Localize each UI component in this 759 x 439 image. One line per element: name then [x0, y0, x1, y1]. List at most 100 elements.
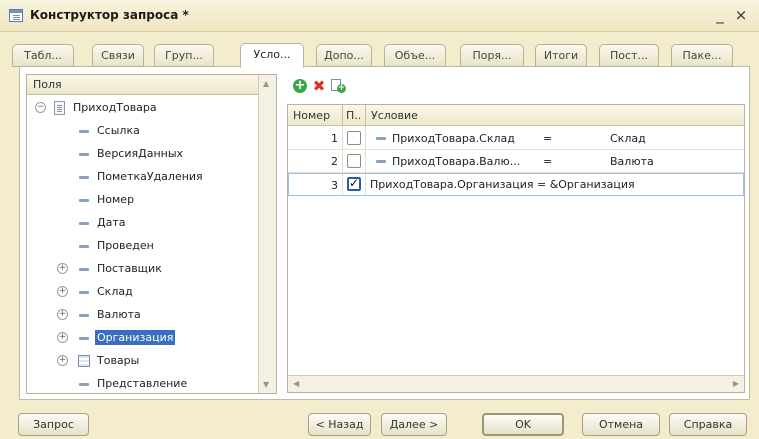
field-icon — [79, 268, 89, 271]
column-flag[interactable]: П.. — [346, 109, 361, 122]
tab-unions[interactable]: Объе... — [384, 44, 446, 67]
scroll-left-icon[interactable]: ◀ — [293, 379, 299, 388]
tree-item-label: Номер — [97, 193, 135, 206]
tree-item-organizaciya[interactable]: + Организация — [27, 327, 259, 349]
condition-parameter[interactable]: Валюта — [610, 155, 654, 168]
fields-scrollbar[interactable]: ▲ ▼ — [258, 75, 276, 393]
table-icon — [78, 355, 90, 367]
condition-expression[interactable]: ПриходТовара.Организация = &Организация — [370, 178, 635, 191]
expand-icon[interactable]: + — [57, 286, 68, 297]
condition-field: ПриходТовара.Валю... — [392, 155, 521, 168]
tree-item-label: ПриходТовара — [73, 101, 157, 114]
expand-icon[interactable]: + — [57, 332, 68, 343]
tree-item-postavshchik[interactable]: + Поставщик — [27, 258, 259, 280]
tree-item-prihod-tovara[interactable]: − ПриходТовара — [27, 97, 259, 119]
tree-item-valyuta[interactable]: + Валюта — [27, 304, 259, 326]
ok-button[interactable]: OK — [482, 413, 564, 436]
conditions-header: Номер П.. Условие — [288, 105, 744, 126]
scroll-up-icon[interactable]: ▲ — [263, 79, 269, 88]
tree-item-label: Проведен — [97, 239, 154, 252]
scroll-right-icon[interactable]: ▶ — [733, 379, 739, 388]
document-icon — [54, 101, 65, 115]
tree-item-versiya-dannyh[interactable]: ВерсияДанных — [27, 143, 259, 165]
conditions-table[interactable]: Номер П.. Условие 1 ПриходТовара.Склад =… — [287, 104, 745, 393]
minimize-button[interactable]: _ — [711, 6, 729, 24]
cancel-button[interactable]: Отмена — [582, 413, 660, 436]
condition-parameter[interactable]: Склад — [610, 132, 646, 145]
condition-row[interactable]: 2 ПриходТовара.Валю... = Валюта — [288, 150, 744, 173]
tab-builder[interactable]: Пост... — [599, 44, 659, 67]
condition-row[interactable]: 1 ПриходТовара.Склад = Склад — [288, 127, 744, 150]
tree-item-label: Товары — [97, 354, 140, 367]
column-separator — [365, 105, 366, 126]
tab-batch[interactable]: Паке... — [671, 44, 733, 67]
tree-item-sklad[interactable]: + Склад — [27, 281, 259, 303]
tree-item-label: Представление — [97, 377, 188, 390]
tab-grouping[interactable]: Груп... — [154, 44, 214, 67]
condition-row-selected[interactable]: 3 ПриходТовара.Организация = &Организаци… — [288, 173, 744, 196]
title-bar: Конструктор запроса * _ × — [0, 0, 759, 32]
expand-icon[interactable]: + — [57, 263, 68, 274]
tab-conditions[interactable]: Усло... — [240, 43, 304, 68]
row-number: 3 — [331, 179, 338, 192]
scrollbar-thumb[interactable] — [305, 379, 705, 389]
condition-operator[interactable]: = — [543, 132, 552, 145]
field-icon — [376, 160, 386, 163]
column-separator — [342, 105, 343, 126]
close-button[interactable]: × — [732, 6, 750, 24]
column-condition[interactable]: Условие — [371, 109, 418, 122]
field-icon — [79, 314, 89, 317]
field-icon — [79, 176, 89, 179]
tree-item-label: Ссылка — [97, 124, 140, 137]
field-icon — [79, 337, 89, 340]
conditions-hscrollbar[interactable]: ◀ ▶ — [288, 375, 744, 392]
fields-header: Поля — [27, 75, 258, 95]
field-icon — [79, 291, 89, 294]
tab-links[interactable]: Связи — [92, 44, 144, 67]
tree-item-label: Склад — [97, 285, 133, 298]
field-icon — [79, 383, 89, 386]
back-button[interactable]: < Назад — [308, 413, 371, 436]
tree-item-data[interactable]: Дата — [27, 212, 259, 234]
field-icon — [79, 222, 89, 225]
scroll-down-icon[interactable]: ▼ — [263, 380, 269, 389]
arbitrary-checkbox-checked[interactable] — [347, 176, 361, 191]
tree-item-proveden[interactable]: Проведен — [27, 235, 259, 257]
tree-item-label: ВерсияДанных — [97, 147, 184, 160]
next-button[interactable]: Далее > — [381, 413, 447, 436]
tab-tables[interactable]: Табл... — [12, 44, 74, 67]
field-icon — [79, 199, 89, 202]
condition-operator[interactable]: = — [543, 155, 552, 168]
condition-field: ПриходТовара.Склад — [392, 132, 515, 145]
field-icon — [79, 130, 89, 133]
arbitrary-checkbox[interactable] — [347, 131, 361, 145]
plus-badge: + — [337, 83, 346, 93]
field-icon — [79, 245, 89, 248]
delete-condition-icon[interactable]: ✖ — [312, 79, 326, 94]
row-number: 1 — [331, 132, 338, 145]
expand-icon[interactable]: + — [57, 309, 68, 320]
row-number: 2 — [331, 155, 338, 168]
tree-item-predstavlenie[interactable]: Представление — [27, 373, 259, 395]
tree-item-label: Поставщик — [97, 262, 162, 275]
tab-additional[interactable]: Допо... — [316, 44, 372, 67]
field-icon — [376, 137, 386, 140]
expand-icon[interactable]: + — [57, 355, 68, 366]
column-number[interactable]: Номер — [293, 109, 330, 122]
help-button[interactable]: Справка — [669, 413, 747, 436]
field-icon — [79, 153, 89, 156]
arbitrary-checkbox[interactable] — [347, 154, 361, 168]
tree-item-label: ПометкаУдаления — [97, 170, 203, 183]
tree-item-nomer[interactable]: Номер — [27, 189, 259, 211]
query-button[interactable]: Запрос — [18, 413, 89, 436]
add-arbitrary-condition-icon[interactable]: + — [331, 79, 346, 93]
tree-item-tovary[interactable]: + Товары — [27, 350, 259, 372]
tree-item-label: Валюта — [97, 308, 141, 321]
add-condition-icon[interactable]: + — [293, 79, 307, 93]
tab-totals[interactable]: Итоги — [535, 44, 587, 67]
tree-item-ssylka[interactable]: Ссылка — [27, 120, 259, 142]
collapse-icon[interactable]: − — [35, 102, 46, 113]
tab-order[interactable]: Поря... — [460, 44, 524, 67]
tree-item-pometka-udaleniya[interactable]: ПометкаУдаления — [27, 166, 259, 188]
fields-tree[interactable]: Поля ▲ ▼ − ПриходТовара Ссылка ВерсияДан… — [26, 74, 277, 394]
